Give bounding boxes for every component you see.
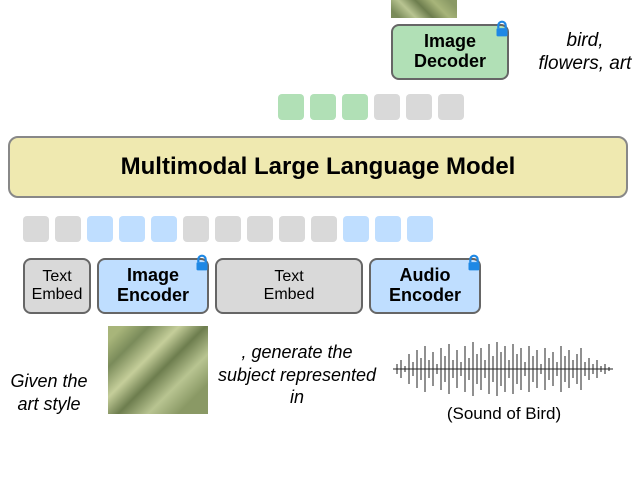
token (87, 216, 113, 242)
decoder-label-2: Decoder (414, 52, 486, 72)
token (374, 94, 400, 120)
caption-given-art-style: Given the art style (2, 370, 96, 415)
text-embed-box-1: Text Embed (23, 258, 91, 314)
token (183, 216, 209, 242)
token (343, 216, 369, 242)
lock-icon (191, 252, 213, 274)
output-tokens-row (278, 94, 464, 120)
audio-encoder-label-1: Audio (400, 266, 451, 286)
text-embed-box-2: Text Embed (215, 258, 363, 314)
token (119, 216, 145, 242)
token (55, 216, 81, 242)
text-embed-2-label-1: Text (274, 268, 303, 286)
decoder-output-tags: bird, flowers, art (535, 30, 635, 76)
token (310, 94, 336, 120)
token (342, 94, 368, 120)
input-tokens-row (23, 216, 433, 242)
image-encoder-label-2: Encoder (117, 286, 189, 306)
waveform-icon (393, 340, 613, 398)
image-encoder-box: Image Encoder (97, 258, 209, 314)
token (311, 216, 337, 242)
floral-art-input (108, 326, 208, 414)
lock-icon (463, 252, 485, 274)
image-encoder-label-1: Image (127, 266, 179, 286)
text-embed-2-label-2: Embed (264, 286, 315, 304)
token (247, 216, 273, 242)
token (23, 216, 49, 242)
token (438, 94, 464, 120)
token (151, 216, 177, 242)
token (278, 94, 304, 120)
token (375, 216, 401, 242)
caption-generate-subject: , generate the subject represented in (212, 341, 382, 409)
image-decoder-box: Image Decoder (391, 24, 509, 80)
token (406, 94, 432, 120)
token (279, 216, 305, 242)
llm-title: Multimodal Large Language Model (121, 153, 516, 181)
llm-box: Multimodal Large Language Model (8, 136, 628, 198)
audio-encoder-label-2: Encoder (389, 286, 461, 306)
text-embed-1-label-1: Text (42, 268, 71, 286)
token (215, 216, 241, 242)
decoder-label-1: Image (424, 32, 476, 52)
audio-encoder-box: Audio Encoder (369, 258, 481, 314)
lock-icon (491, 18, 513, 40)
text-embed-1-label-2: Embed (32, 286, 83, 304)
caption-sound-of-bird: (Sound of Bird) (424, 404, 584, 424)
token (407, 216, 433, 242)
encoder-row: Text Embed Image Encoder Text Embed Audi… (23, 258, 481, 314)
floral-input-thumbnail (391, 0, 457, 18)
